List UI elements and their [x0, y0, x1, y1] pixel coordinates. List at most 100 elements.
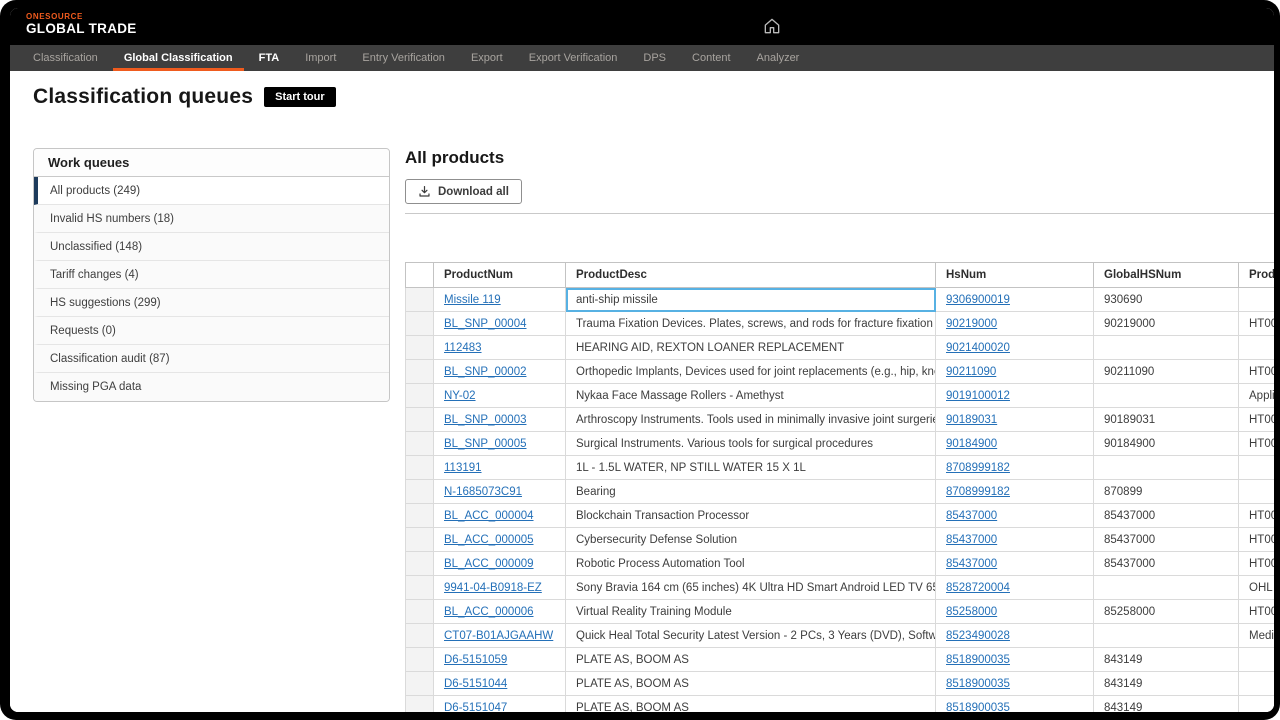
product-num-link[interactable]: BL_SNP_00004 [444, 318, 526, 330]
row-selector-cell[interactable] [406, 480, 434, 504]
hs-num-link[interactable]: 90211090 [946, 366, 996, 378]
row-selector-cell[interactable] [406, 360, 434, 384]
row-selector-cell[interactable] [406, 384, 434, 408]
row-selector-cell[interactable] [406, 600, 434, 624]
row-selector-cell[interactable] [406, 672, 434, 696]
hs-num-link[interactable]: 8518900035 [946, 654, 1010, 666]
product-desc-cell[interactable]: Surgical Instruments. Various tools for … [566, 432, 936, 456]
hs-num-link[interactable]: 85258000 [946, 606, 997, 618]
nav-item-import[interactable]: Import [292, 45, 349, 71]
product-num-link[interactable]: D6-5151059 [444, 654, 507, 666]
product-desc-cell[interactable]: PLATE AS, BOOM AS [566, 672, 936, 696]
product-desc-cell[interactable]: Robotic Process Automation Tool [566, 552, 936, 576]
product-desc-cell[interactable]: anti-ship missile [566, 288, 936, 312]
product-desc-cell[interactable]: PLATE AS, BOOM AS [566, 696, 936, 713]
product-desc-cell[interactable]: Virtual Reality Training Module [566, 600, 936, 624]
nav-item-content[interactable]: Content [679, 45, 744, 71]
row-selector-cell[interactable] [406, 552, 434, 576]
row-selector-cell[interactable] [406, 528, 434, 552]
hs-num-link[interactable]: 85437000 [946, 510, 997, 522]
product-num-link[interactable]: N-1685073C91 [444, 486, 522, 498]
product-num-link[interactable]: D6-5151047 [444, 702, 507, 713]
nav-item-global-classification[interactable]: Global Classification [111, 45, 246, 71]
hs-num-link[interactable]: 90184900 [946, 438, 997, 450]
row-selector-cell[interactable] [406, 456, 434, 480]
product-desc-cell[interactable]: Sony Bravia 164 cm (65 inches) 4K Ultra … [566, 576, 936, 600]
product-num-link[interactable]: BL_SNP_00005 [444, 438, 526, 450]
row-selector-cell[interactable] [406, 408, 434, 432]
download-all-button[interactable]: Download all [405, 179, 522, 204]
hs-num-link[interactable]: 8518900035 [946, 702, 1010, 713]
hs-num-link[interactable]: 90219000 [946, 318, 997, 330]
product-num-link[interactable]: 113191 [444, 462, 482, 474]
product-desc-cell[interactable]: Cybersecurity Defense Solution [566, 528, 936, 552]
hs-num-link[interactable]: 8708999182 [946, 462, 1010, 474]
product-desc-cell[interactable]: PLATE AS, BOOM AS [566, 648, 936, 672]
nav-item-dps[interactable]: DPS [630, 45, 679, 71]
product-num-cell: Missile 119 [434, 288, 566, 312]
product-desc-cell[interactable]: Nykaa Face Massage Rollers - Amethyst [566, 384, 936, 408]
hs-num-link[interactable]: 8523490028 [946, 630, 1010, 642]
product-num-link[interactable]: CT07-B01AJGAAHW [444, 630, 553, 642]
hs-num-link[interactable]: 9021400020 [946, 342, 1010, 354]
sidebar-item-classification-audit-87[interactable]: Classification audit (87) [34, 345, 389, 373]
row-selector-cell[interactable] [406, 504, 434, 528]
hs-num-link[interactable]: 90189031 [946, 414, 997, 426]
product-desc-cell[interactable]: Orthopedic Implants, Devices used for jo… [566, 360, 936, 384]
product-desc-cell[interactable]: Trauma Fixation Devices. Plates, screws,… [566, 312, 936, 336]
sidebar-item-invalid-hs-numbers-18[interactable]: Invalid HS numbers (18) [34, 205, 389, 233]
nav-item-entry-verification[interactable]: Entry Verification [349, 45, 458, 71]
hs-num-link[interactable]: 8518900035 [946, 678, 1010, 690]
product-num-link[interactable]: BL_SNP_00002 [444, 366, 526, 378]
sidebar-item-unclassified-148[interactable]: Unclassified (148) [34, 233, 389, 261]
hs-num-link[interactable]: 8708999182 [946, 486, 1010, 498]
sidebar-item-missing-pga-data[interactable]: Missing PGA data [34, 373, 389, 401]
hs-num-link[interactable]: 9306900019 [946, 294, 1010, 306]
hs-num-link[interactable]: 8528720004 [946, 582, 1010, 594]
column-header-hsnum[interactable]: HsNum [936, 263, 1094, 288]
sidebar-item-tariff-changes-4[interactable]: Tariff changes (4) [34, 261, 389, 289]
hs-num-link[interactable]: 85437000 [946, 534, 997, 546]
row-selector-cell[interactable] [406, 696, 434, 713]
column-header-produ[interactable]: Produ [1239, 263, 1275, 288]
product-num-link[interactable]: 112483 [444, 342, 482, 354]
row-selector-cell[interactable] [406, 648, 434, 672]
column-header-globalhsnum[interactable]: GlobalHSNum [1094, 263, 1239, 288]
row-selector-cell[interactable] [406, 336, 434, 360]
product-num-link[interactable]: BL_ACC_000004 [444, 510, 534, 522]
nav-item-classification[interactable]: Classification [20, 45, 111, 71]
product-num-link[interactable]: NY-02 [444, 390, 476, 402]
product-desc-cell[interactable]: Arthroscopy Instruments. Tools used in m… [566, 408, 936, 432]
product-num-link[interactable]: 9941-04-B0918-EZ [444, 582, 542, 594]
product-desc-cell[interactable]: Blockchain Transaction Processor [566, 504, 936, 528]
product-num-link[interactable]: Missile 119 [444, 294, 501, 306]
row-selector-cell[interactable] [406, 432, 434, 456]
column-header-productnum[interactable]: ProductNum [434, 263, 566, 288]
sidebar-item-all-products-249[interactable]: All products (249) [34, 177, 389, 205]
nav-item-export[interactable]: Export [458, 45, 516, 71]
row-selector-cell[interactable] [406, 288, 434, 312]
nav-item-fta[interactable]: FTA [246, 45, 293, 71]
nav-item-analyzer[interactable]: Analyzer [744, 45, 813, 71]
product-num-link[interactable]: BL_ACC_000005 [444, 534, 534, 546]
hs-num-link[interactable]: 85437000 [946, 558, 997, 570]
column-header-selector[interactable] [406, 263, 434, 288]
product-desc-cell[interactable]: 1L - 1.5L WATER, NP STILL WATER 15 X 1L [566, 456, 936, 480]
product-num-link[interactable]: BL_SNP_00003 [444, 414, 526, 426]
column-header-productdesc[interactable]: ProductDesc [566, 263, 936, 288]
product-desc-cell[interactable]: Quick Heal Total Security Latest Version… [566, 624, 936, 648]
start-tour-button[interactable]: Start tour [264, 87, 336, 107]
hs-num-link[interactable]: 9019100012 [946, 390, 1010, 402]
nav-item-export-verification[interactable]: Export Verification [516, 45, 631, 71]
row-selector-cell[interactable] [406, 624, 434, 648]
product-desc-cell[interactable]: HEARING AID, REXTON LOANER REPLACEMENT [566, 336, 936, 360]
product-desc-cell[interactable]: Bearing [566, 480, 936, 504]
sidebar-item-hs-suggestions-299[interactable]: HS suggestions (299) [34, 289, 389, 317]
row-selector-cell[interactable] [406, 576, 434, 600]
row-selector-cell[interactable] [406, 312, 434, 336]
product-num-link[interactable]: D6-5151044 [444, 678, 507, 690]
home-icon[interactable] [762, 16, 782, 36]
sidebar-item-requests-0[interactable]: Requests (0) [34, 317, 389, 345]
product-num-link[interactable]: BL_ACC_000006 [444, 606, 534, 618]
product-num-link[interactable]: BL_ACC_000009 [444, 558, 534, 570]
